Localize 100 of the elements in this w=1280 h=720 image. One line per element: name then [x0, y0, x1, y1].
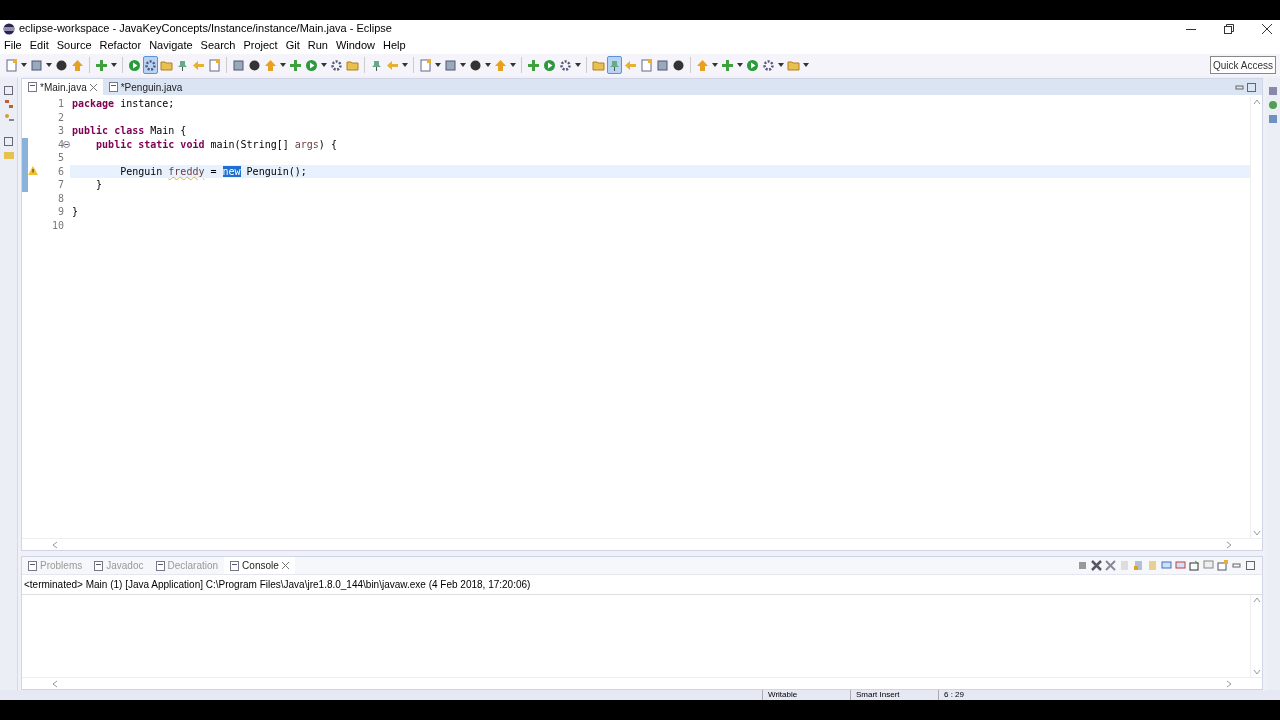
- code-line: }: [95, 179, 103, 190]
- plus-icon: [289, 58, 302, 72]
- caret-icon[interactable]: [435, 63, 441, 67]
- scroll-right-icon[interactable]: [1226, 679, 1232, 688]
- collapse-icon[interactable]: [63, 140, 70, 148]
- line-number: 10: [51, 219, 64, 231]
- new-console-icon[interactable]: [1217, 560, 1228, 571]
- menu-item[interactable]: Help: [379, 37, 410, 54]
- remove-icon[interactable]: [1091, 560, 1102, 571]
- caret-icon[interactable]: [510, 63, 516, 67]
- line-number: 6: [57, 165, 64, 177]
- window-title: eclipse-workspace - JavaKeyConcepts/Instance/instance/Main.java - Eclipse: [19, 21, 392, 37]
- console-icon[interactable]: [1161, 560, 1172, 571]
- console-icon[interactable]: [1175, 560, 1186, 571]
- line-number: 3: [57, 125, 64, 136]
- caret-icon[interactable]: [737, 63, 743, 67]
- caret-icon[interactable]: [803, 63, 809, 67]
- hierarchy-icon[interactable]: [3, 99, 14, 109]
- caret-icon[interactable]: [575, 63, 581, 67]
- quick-access-field[interactable]: Quick Access: [1210, 56, 1276, 74]
- new-file-icon: [208, 58, 221, 72]
- menu-item[interactable]: Git: [281, 37, 304, 54]
- scroll-left-icon[interactable]: [52, 679, 58, 688]
- square-icon: [656, 58, 669, 72]
- code-line: package instance;: [72, 98, 175, 109]
- menu-item[interactable]: Edit: [25, 37, 53, 54]
- menu-item[interactable]: Run: [303, 37, 332, 54]
- scroll-down-icon[interactable]: [1252, 669, 1261, 675]
- tab[interactable]: *Main.java: [22, 79, 103, 95]
- square-icon: [232, 58, 245, 72]
- new-file-icon: [640, 58, 653, 72]
- scroll-right-icon[interactable]: [1226, 540, 1232, 549]
- arrow-left-icon: [386, 58, 399, 72]
- scroll-up-icon[interactable]: [1252, 99, 1261, 105]
- plus-icon: [721, 58, 734, 72]
- display-icon[interactable]: [1203, 560, 1214, 571]
- menu-item[interactable]: Search: [196, 37, 240, 54]
- play-icon: [128, 58, 141, 72]
- circle-icon: [248, 58, 261, 72]
- caret-icon[interactable]: [46, 63, 52, 67]
- scroll-down-icon[interactable]: [1252, 530, 1261, 536]
- gear-icon: [144, 58, 157, 72]
- console-header: <terminated> Main (1) [Java Application] C:\Program Files\Java\jre1.8.0_144\bin\javaw.exe (4 Feb 2018, 17:20:06): [22, 575, 1262, 595]
- play-icon: [746, 58, 759, 72]
- caret-icon[interactable]: [111, 63, 117, 67]
- caret-icon[interactable]: [21, 63, 27, 67]
- caret-icon[interactable]: [778, 63, 784, 67]
- line-number: 4: [57, 138, 64, 150]
- circle-icon: [469, 58, 482, 72]
- caret-icon[interactable]: [460, 63, 466, 67]
- menu-item[interactable]: Navigate: [145, 37, 197, 54]
- arrow-left-icon: [192, 58, 205, 72]
- file-icon: [28, 560, 37, 571]
- caret-icon[interactable]: [402, 63, 408, 67]
- code-line: public class Main {: [72, 125, 187, 136]
- line-number: 8: [57, 192, 64, 204]
- menu-item[interactable]: Window: [331, 37, 380, 54]
- menu-item[interactable]: Project: [239, 37, 282, 54]
- play-icon: [305, 58, 318, 72]
- line-number: 2: [57, 111, 64, 123]
- plus-icon: [95, 58, 108, 72]
- menu-item[interactable]: Refactor: [95, 37, 146, 54]
- line-number: 7: [57, 179, 64, 190]
- menu-item[interactable]: Source: [52, 37, 96, 54]
- tab[interactable]: Console: [224, 557, 295, 574]
- outline-icon[interactable]: [3, 113, 14, 123]
- gear-icon: [330, 58, 343, 72]
- file-icon: [108, 82, 118, 92]
- close-icon[interactable]: [1262, 23, 1272, 34]
- line-number: 5: [57, 152, 64, 163]
- square-icon: [30, 58, 43, 72]
- maximize-icon[interactable]: [1247, 82, 1256, 92]
- play-icon: [543, 58, 556, 72]
- caret-icon[interactable]: [321, 63, 327, 67]
- file-icon: [28, 82, 37, 92]
- caret-icon[interactable]: [280, 63, 286, 67]
- arrow-up-icon: [264, 58, 277, 72]
- menu-item[interactable]: File: [0, 37, 26, 54]
- square-icon: [444, 58, 457, 72]
- gear-icon: [762, 58, 775, 72]
- file-icon: [230, 560, 240, 571]
- gear-icon: [559, 58, 572, 72]
- plus-icon: [527, 58, 540, 72]
- new-file-icon: [5, 58, 18, 72]
- caret-icon[interactable]: [485, 63, 491, 67]
- arrow-up-icon: [696, 58, 709, 72]
- code-line: public static void main(String[] args) {: [95, 138, 337, 150]
- arrow-up-icon: [71, 58, 84, 72]
- file-icon: [94, 560, 104, 571]
- scroll-up-icon[interactable]: [1252, 597, 1261, 603]
- circle-icon: [55, 58, 68, 72]
- file-icon: [155, 560, 165, 571]
- caret-icon[interactable]: [712, 63, 718, 67]
- scroll-left-icon[interactable]: [52, 540, 58, 549]
- maximize-icon[interactable]: [1245, 560, 1256, 571]
- line-number: 1: [57, 98, 64, 109]
- arrow-up-icon: [494, 58, 507, 72]
- restore-icon[interactable]: [1224, 23, 1234, 34]
- tab[interactable]: *Penguin.java: [102, 79, 189, 95]
- remove-all-icon[interactable]: [1105, 560, 1116, 571]
